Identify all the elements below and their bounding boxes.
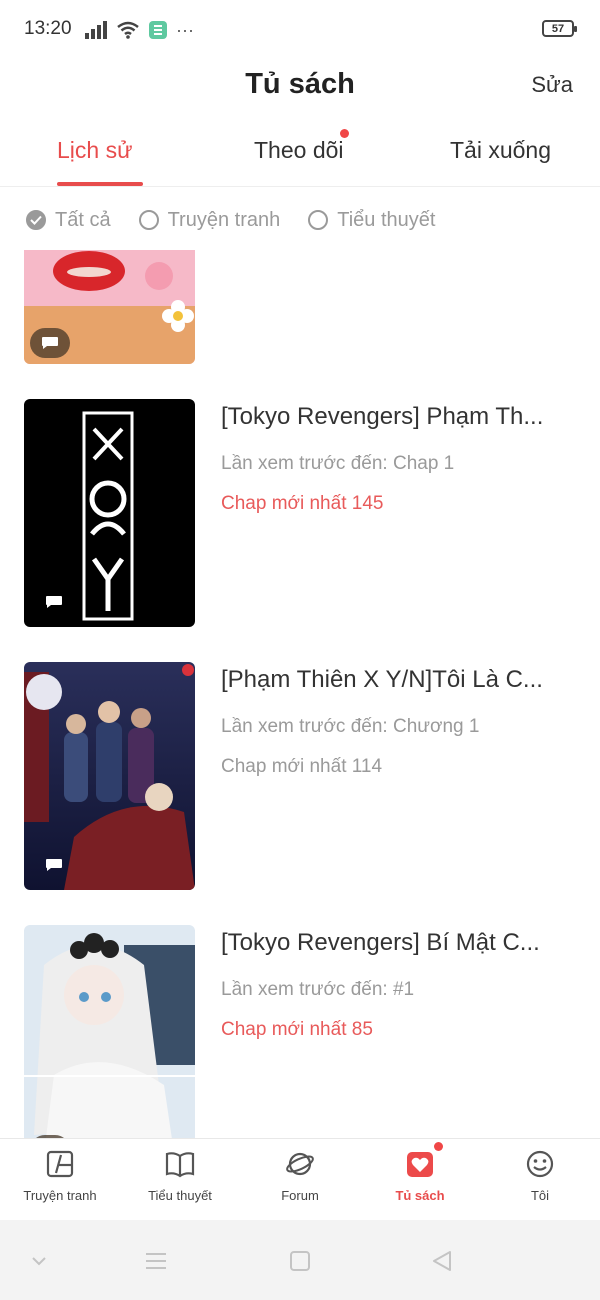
comment-bubble-icon <box>34 850 74 880</box>
list-item[interactable] <box>0 250 600 366</box>
comic-cover-thumbnail <box>24 250 195 364</box>
back-triangle-icon[interactable] <box>422 1246 462 1276</box>
home-square-icon[interactable] <box>280 1246 320 1276</box>
nav-novels-label: Tiểu thuyết <box>148 1188 212 1203</box>
item-last-read: Lần xem trước đến: Chap 1 <box>221 453 455 474</box>
status-icons: ··· <box>84 18 194 42</box>
item-latest-chapter: Chap mới nhất 85 <box>221 1019 373 1040</box>
item-title: [Phạm Thiên X Y/N]Tôi Là C... <box>221 666 543 693</box>
comment-bubble-icon <box>34 587 74 617</box>
active-tab-indicator <box>57 182 143 186</box>
nav-comics[interactable]: Truyện tranh <box>0 1149 120 1203</box>
radio-unchecked-icon <box>308 210 329 230</box>
comic-book-icon <box>45 1149 75 1179</box>
nav-comics-label: Truyện tranh <box>23 1188 97 1203</box>
filter-all-label: Tất cả <box>55 208 111 231</box>
tab-history[interactable]: Lịch sử <box>57 137 132 164</box>
filter-all[interactable]: Tất cả <box>26 209 111 232</box>
menu-icon[interactable] <box>136 1246 176 1276</box>
wifi-icon <box>117 21 139 39</box>
status-time: 13:20 <box>24 18 72 39</box>
nav-bookshelf-label: Tủ sách <box>395 1188 445 1203</box>
more-notifications-icon: ··· <box>176 19 194 40</box>
nav-bookshelf[interactable]: Tủ sách <box>360 1142 480 1203</box>
system-navigation-bar <box>0 1220 600 1300</box>
app-notification-icon <box>149 21 167 39</box>
list-item[interactable]: [Tokyo Revengers] Bí Mật C... Lần xem tr… <box>0 925 600 1138</box>
tab-following[interactable]: Theo dõi <box>254 137 344 164</box>
filter-comics-label: Truyện tranh <box>167 208 281 231</box>
nav-bookshelf-notification-dot <box>434 1142 443 1151</box>
bookshelf-heart-icon <box>405 1142 443 1179</box>
list-item[interactable]: [Phạm Thiên X Y/N]Tôi Là C... Lần xem tr… <box>0 662 600 892</box>
comment-bubble-icon <box>30 328 70 358</box>
nav-forum[interactable]: Forum <box>240 1149 360 1203</box>
bottom-navigation: Truyện tranh Tiểu thuyết Forum Tủ sách T… <box>0 1138 600 1220</box>
nav-profile-label: Tôi <box>530 1188 550 1203</box>
signal-icon <box>85 21 107 39</box>
tab-bar: Lịch sử Theo dõi Tải xuống <box>0 125 600 187</box>
tab-following-notification-dot <box>340 129 349 138</box>
nav-profile[interactable]: Tôi <box>480 1149 600 1203</box>
open-book-icon <box>165 1149 195 1179</box>
list-item[interactable]: [Tokyo Revengers] Phạm Th... Lần xem trư… <box>0 399 600 629</box>
nav-forum-label: Forum <box>281 1188 319 1203</box>
item-last-read: Lần xem trước đến: Chương 1 <box>221 716 480 737</box>
smiley-face-icon <box>525 1149 555 1179</box>
header: Tủ sách Sửa <box>0 60 600 112</box>
comic-cover-thumbnail <box>24 925 195 1138</box>
filter-novels[interactable]: Tiểu thuyết <box>308 209 435 232</box>
item-latest-chapter: Chap mới nhất 114 <box>221 756 383 777</box>
history-list[interactable]: [Tokyo Revengers] Phạm Th... Lần xem trư… <box>0 250 600 1138</box>
item-title: [Tokyo Revengers] Bí Mật C... <box>221 929 540 956</box>
item-title: [Tokyo Revengers] Phạm Th... <box>221 403 544 430</box>
edit-button[interactable]: Sửa <box>531 72 573 98</box>
battery-indicator: 57 <box>542 20 577 37</box>
comic-cover-thumbnail <box>24 399 195 627</box>
item-latest-chapter: Chap mới nhất 145 <box>221 493 384 514</box>
planet-icon <box>285 1149 315 1179</box>
radio-unchecked-icon <box>138 210 159 230</box>
filter-bar: Tất cả Truyện tranh Tiểu thuyết <box>26 204 435 236</box>
page-title: Tủ sách <box>245 68 355 100</box>
status-bar: 13:20 ··· 57 <box>0 0 600 60</box>
nav-novels[interactable]: Tiểu thuyết <box>120 1149 240 1203</box>
comic-cover-thumbnail <box>24 662 195 890</box>
filter-novels-label: Tiểu thuyết <box>337 208 436 231</box>
cover-art-image <box>24 925 195 1138</box>
tab-downloads[interactable]: Tải xuống <box>450 137 551 164</box>
hide-keyboard-chevron-icon[interactable] <box>19 1246 59 1276</box>
checkmark-icon <box>26 210 46 230</box>
item-last-read: Lần xem trước đến: #1 <box>221 979 415 1000</box>
filter-comics[interactable]: Truyện tranh <box>138 208 281 232</box>
